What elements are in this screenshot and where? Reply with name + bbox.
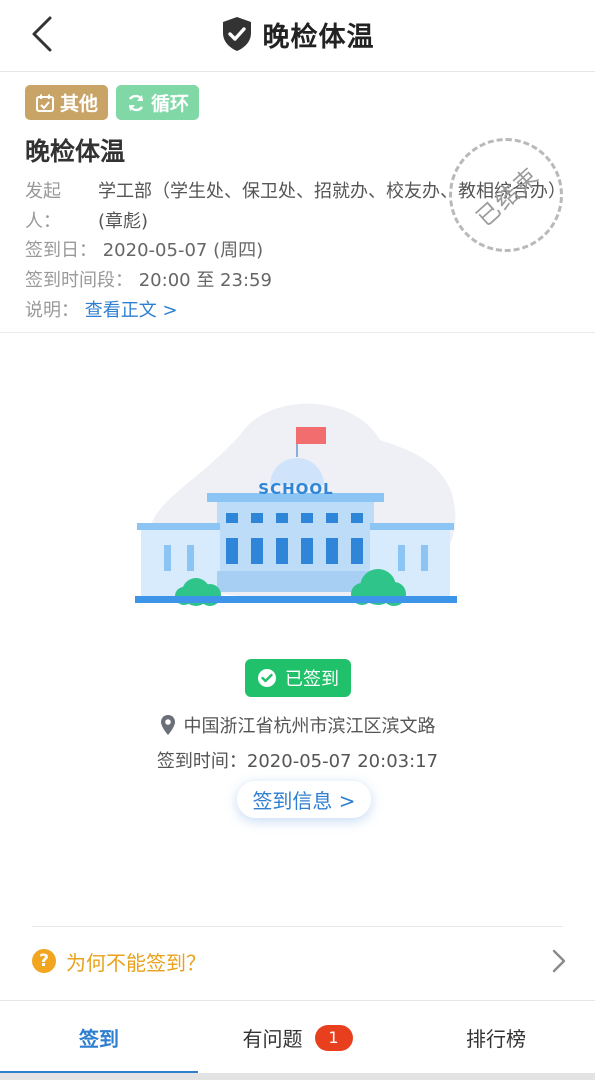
ended-stamp-text: 已结束	[471, 162, 545, 232]
ended-stamp: 已结束	[449, 138, 563, 252]
tag-other: 其他	[25, 85, 109, 120]
top-bar: 晚检体温	[0, 0, 595, 72]
location-text: 中国浙江省杭州市滨江区滨文路	[183, 716, 436, 737]
refresh-icon	[128, 94, 144, 111]
initiator-label: 发起人：	[25, 181, 61, 232]
description-label: 说明：	[25, 300, 79, 321]
tab-ranking[interactable]: 排行榜	[397, 1001, 595, 1074]
page-title: 晚检体温	[262, 21, 375, 53]
tag-other-label: 其他	[60, 93, 99, 115]
issue-count-badge: 1	[314, 1024, 353, 1051]
time-range-row: 签到时间段： 20:00 至 23:59	[25, 266, 272, 292]
divider	[0, 332, 595, 333]
why-cannot-checkin-text: 为何不能签到？	[66, 951, 206, 975]
shield-check-icon	[222, 17, 251, 51]
school-building-icon: SCHOOL	[135, 403, 457, 606]
checked-in-label: 已签到	[285, 669, 339, 690]
system-nav-strip	[0, 1073, 595, 1080]
task-title: 晚检体温	[25, 137, 126, 166]
date-row: 签到日： 2020-05-07 (周四)	[25, 236, 263, 262]
chevron-right-icon	[552, 949, 566, 973]
location-pin-icon	[160, 715, 175, 735]
tag-cycle: 循环	[116, 85, 200, 120]
time-range-label: 签到时间段：	[25, 270, 133, 291]
school-sign: SCHOOL	[258, 480, 333, 498]
view-text-link[interactable]: 查看正文 >	[85, 300, 178, 321]
why-cannot-checkin-row[interactable]: ? 为何不能签到？	[32, 940, 567, 982]
date-value: 2020-05-07 (周四)	[102, 240, 264, 261]
checkin-page: 晚检体温 其他 循环 晚检体温 发起人： 学工部（学生处、保卫处、招就办、校友办…	[0, 0, 595, 1080]
bottom-tab-bar: 签到 有问题 1 排行榜	[0, 1000, 595, 1074]
checkin-time: 签到时间：2020-05-07 20:03:17	[156, 751, 439, 772]
check-circle-icon	[258, 669, 276, 687]
tag-cycle-label: 循环	[151, 93, 190, 115]
tab-checkin-label: 签到	[79, 1027, 119, 1051]
date-label: 签到日：	[25, 240, 97, 261]
divider	[32, 926, 563, 927]
tab-ranking-label: 排行榜	[466, 1027, 526, 1051]
title-group: 晚检体温	[0, 12, 595, 56]
task-info: 其他 循环 晚检体温 发起人： 学工部（学生处、保卫处、招就办、校友办、教相综合…	[0, 72, 595, 332]
checked-in-badge: 已签到	[245, 659, 351, 697]
checkin-info-button[interactable]: 签到信息 >	[237, 781, 371, 818]
tab-issues[interactable]: 有问题 1	[198, 1001, 397, 1074]
calendar-icon	[36, 94, 54, 112]
time-range-value: 20:00 至 23:59	[138, 270, 272, 291]
description-row: 说明： 查看正文 >	[25, 296, 178, 322]
tab-issues-label: 有问题	[242, 1027, 303, 1051]
question-circle-icon: ?	[32, 949, 56, 973]
tag-list: 其他 循环	[25, 85, 200, 120]
tab-checkin[interactable]: 签到	[0, 1001, 198, 1074]
location-row: 中国浙江省杭州市滨江区滨文路	[0, 712, 595, 738]
